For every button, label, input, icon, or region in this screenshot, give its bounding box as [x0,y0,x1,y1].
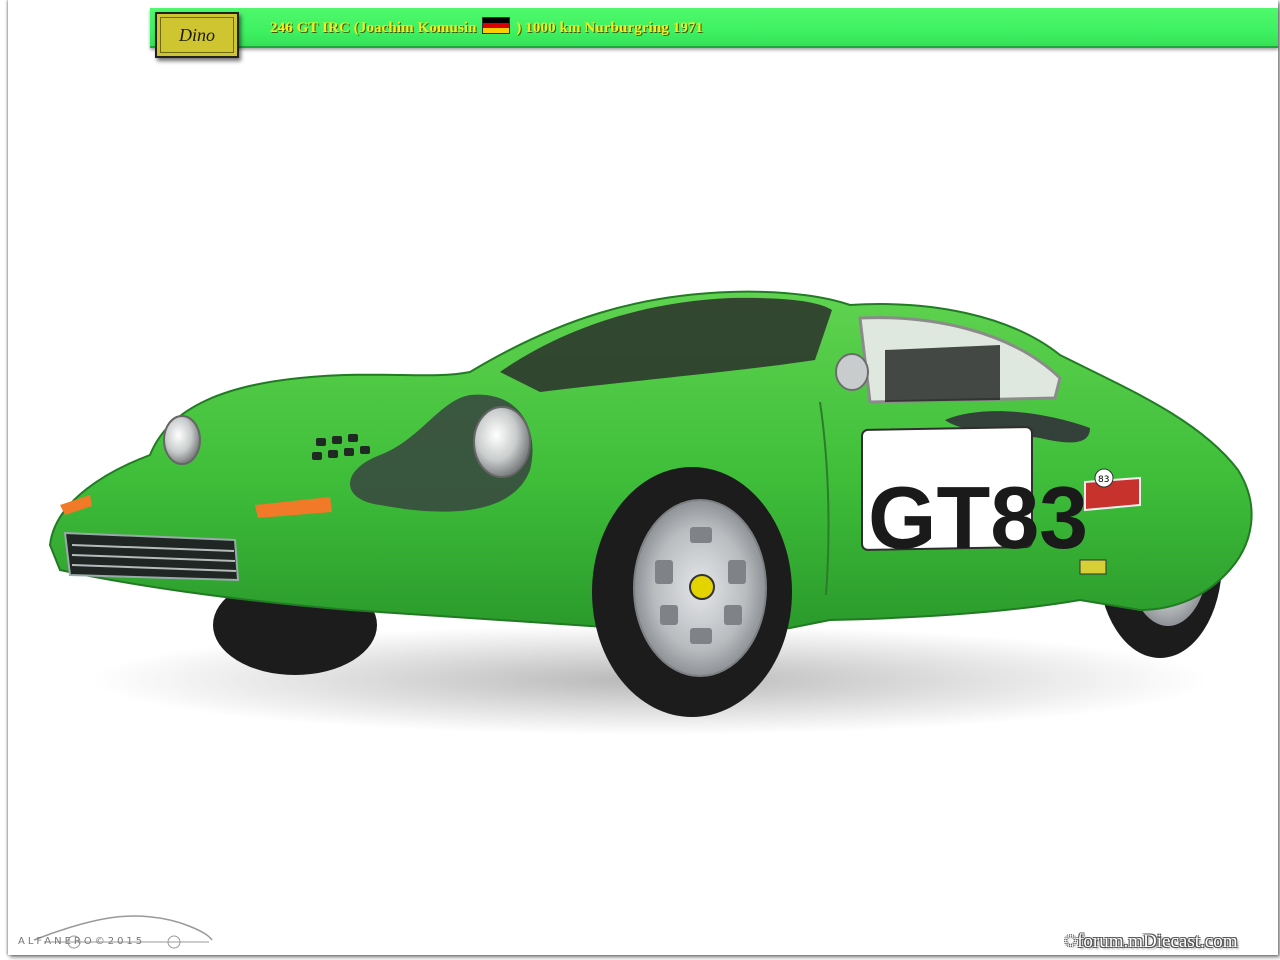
svg-text:83: 83 [1098,475,1109,485]
right-headlight [473,406,531,478]
race-number-text: GT83 [868,468,1088,567]
car-photo: GT83 83 [48,290,1253,735]
car-watermark-icon: ◌ [1064,927,1078,952]
title-prefix: 246 GT IRC (Joachim Komusin [270,20,477,36]
mdiecast-watermark-text: forum.mDiecast.com [1077,931,1238,952]
dino-logo-text: Dino [160,17,234,53]
dino-logo: Dino [155,12,239,58]
left-headlight [163,415,201,465]
title-suffix: ) 1000 km Nurburgring 1971 [516,20,704,36]
page-title: 246 GT IRC (Joachim Komusin ) 1000 km Nu… [270,17,703,37]
alfanero-watermark-text: ALFANERO©2015 [18,936,146,947]
germany-flag-icon [482,17,511,34]
mdiecast-watermark: ◌forum.mDiecast.com [1064,927,1237,953]
